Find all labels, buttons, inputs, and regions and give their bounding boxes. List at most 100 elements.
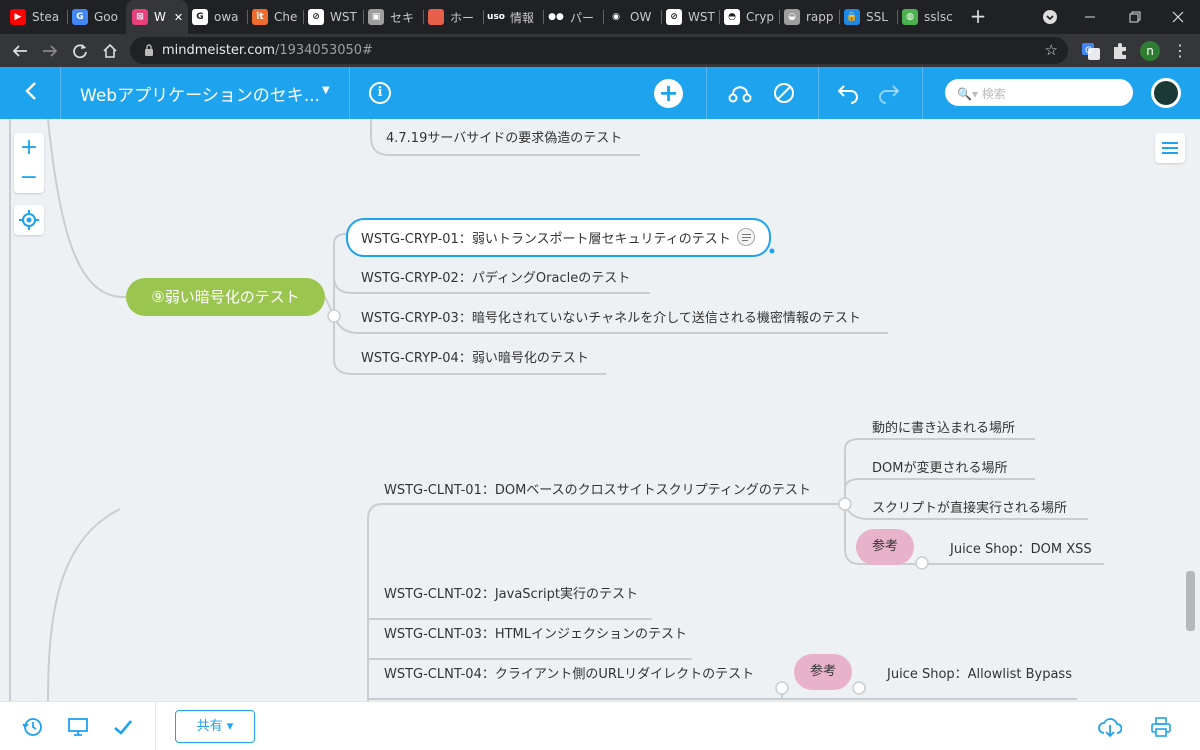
undo-icon[interactable]	[836, 81, 860, 105]
browser-tab[interactable]: ⊠ W ✕	[126, 0, 188, 34]
topic-node[interactable]: WSTG-CLNT-03：HTMLインジェクションのテスト	[384, 623, 687, 642]
restore-icon[interactable]	[1113, 0, 1157, 34]
home-icon[interactable]	[98, 39, 122, 63]
topic-node[interactable]: WSTG-CLNT-04：クライアント側のURLリダイレクトのテスト	[384, 663, 754, 682]
cloud-download-icon[interactable]	[1098, 716, 1123, 738]
browser-tab[interactable]: ◒ rapp	[778, 0, 840, 34]
browser-tab[interactable]: 🔒 SSL	[838, 0, 898, 34]
reference-node[interactable]: 参考	[856, 529, 914, 565]
extensions-puzzle-icon[interactable]	[1110, 41, 1130, 61]
translate-extension-icon[interactable]: G	[1081, 41, 1101, 61]
tab-label: WST	[330, 10, 357, 24]
topic-node[interactable]: WSTG-CLNT-01：DOMベースのクロスサイトスクリプティングのテスト	[384, 479, 811, 498]
connect-icon[interactable]	[728, 81, 752, 105]
tab-label: Goo	[94, 10, 118, 24]
reference-link-node[interactable]: Juice Shop：DOM XSS	[950, 538, 1092, 557]
bookmark-star-icon[interactable]: ☆	[1045, 41, 1058, 59]
footer-divider	[155, 702, 156, 750]
tab-label: SSL	[866, 10, 888, 24]
topic-node[interactable]: 動的に書き込まれる場所	[872, 417, 1015, 436]
browser-tab[interactable]: G Goo	[66, 0, 128, 34]
close-tab-icon[interactable]: ✕	[174, 11, 183, 24]
center-map-icon[interactable]	[14, 205, 44, 235]
tab-label: パー	[570, 10, 595, 25]
tab-favicon-icon: G	[72, 9, 88, 25]
svg-text:G: G	[1085, 46, 1092, 56]
browser-tab[interactable]: uso 情報	[482, 0, 544, 34]
reference-link-node[interactable]: Juice Shop：Allowlist Bypass	[887, 663, 1072, 682]
tab-favicon-icon: ▣	[368, 9, 384, 25]
browser-tab[interactable]: ●● パー	[542, 0, 604, 34]
browser-tab[interactable]: ⊘ WST	[660, 0, 720, 34]
browser-tab[interactable]: ▶ Stea	[4, 0, 68, 34]
back-arrow-icon[interactable]	[8, 39, 32, 63]
mindmap-canvas[interactable]: 4.7.19サーバサイドの要求偽造のテスト ⑨弱い暗号化のテスト WSTG-CR…	[0, 119, 1200, 701]
add-topic-button[interactable]: +	[654, 79, 683, 108]
print-icon[interactable]	[1150, 716, 1172, 738]
browser-tab[interactable]: ⊘ WST	[302, 0, 364, 34]
redo-icon[interactable]	[877, 81, 901, 105]
header-divider	[349, 67, 350, 119]
main-topic-node[interactable]: ⑨弱い暗号化のテスト	[126, 278, 325, 316]
zoom-out-button[interactable]: −	[14, 163, 44, 193]
tab-search-icon[interactable]	[1028, 0, 1072, 34]
tab-favicon-icon: ◒	[784, 9, 800, 25]
lock-icon	[145, 44, 153, 56]
browser-tab[interactable]: ît Che	[246, 0, 304, 34]
topic-node[interactable]: DOMが変更される場所	[872, 457, 1007, 476]
address-bar[interactable]: mindmeister.com/1934053050# ☆	[130, 37, 1068, 64]
checkmark-icon[interactable]	[112, 716, 134, 738]
browser-tab[interactable]: ◍ sslsc	[896, 0, 956, 34]
chevron-down-icon[interactable]: ▼	[322, 85, 330, 96]
user-avatar[interactable]	[1151, 78, 1181, 108]
history-icon[interactable]	[22, 716, 44, 738]
zoom-in-button[interactable]: +	[14, 133, 44, 163]
tab-label: OW	[630, 10, 652, 24]
browser-tab[interactable]: ◓ Cryp	[718, 0, 780, 34]
topic-node[interactable]: WSTG-CRYP-03：暗号化されていないチャネルを介して送信される機密情報の…	[361, 307, 861, 326]
topic-node[interactable]: WSTG-CRYP-02：パディングOracleのテスト	[361, 267, 630, 286]
tab-label: rapp	[806, 10, 834, 24]
tab-favicon-icon: ◓	[724, 9, 740, 25]
url-text: mindmeister.com/1934053050#	[162, 43, 373, 58]
tab-label: Stea	[32, 10, 60, 24]
reload-icon[interactable]	[68, 39, 92, 63]
sidebar-menu-icon[interactable]	[1155, 133, 1185, 163]
presentation-icon[interactable]	[67, 716, 89, 738]
topic-node[interactable]: WSTG-CLNT-02：JavaScript実行のテスト	[384, 583, 638, 602]
back-icon[interactable]	[20, 81, 42, 105]
vertical-scrollbar[interactable]	[1186, 571, 1195, 631]
tab-label: owa	[214, 10, 239, 24]
new-tab-button[interactable]: +	[968, 6, 988, 26]
tab-label: セキ	[390, 10, 415, 25]
close-window-icon[interactable]	[1156, 0, 1200, 34]
topic-label: WSTG-CRYP-01：弱いトランスポート層セキュリティのテスト	[361, 232, 731, 247]
map-title[interactable]: Webアプリケーションのセキ...	[80, 81, 320, 106]
tab-favicon-icon: 🔒	[844, 9, 860, 25]
connector-lines	[9, 119, 1104, 701]
tab-favicon-icon: ◉	[608, 9, 624, 25]
minimize-icon[interactable]	[1068, 0, 1112, 34]
browser-tab[interactable]: ホー	[422, 0, 484, 34]
tab-label: WST	[688, 10, 715, 24]
forward-arrow-icon[interactable]	[38, 39, 62, 63]
header-divider	[818, 67, 819, 119]
info-icon[interactable]: i	[369, 82, 391, 104]
browser-tab[interactable]: Gowa	[186, 0, 248, 34]
topic-node[interactable]: WSTG-CRYP-04：弱い暗号化のテスト	[361, 347, 589, 366]
disable-icon[interactable]	[772, 81, 796, 105]
selected-topic-node[interactable]: WSTG-CRYP-01：弱いトランスポート層セキュリティのテスト	[346, 218, 771, 257]
topic-node[interactable]: スクリプトが直接実行される場所	[872, 497, 1067, 516]
search-input[interactable]: 🔍▾ 検索	[945, 79, 1133, 106]
note-icon[interactable]	[736, 228, 755, 246]
profile-avatar[interactable]: n	[1140, 41, 1160, 61]
share-button[interactable]: 共有 ▾	[175, 710, 255, 743]
zoom-controls: + −	[14, 133, 44, 193]
tab-favicon-icon: ▶	[10, 9, 26, 25]
browser-tab[interactable]: ◉ OW	[602, 0, 662, 34]
topic-node[interactable]: 4.7.19サーバサイドの要求偽造のテスト	[386, 127, 622, 146]
reference-node[interactable]: 参考	[794, 654, 852, 690]
browser-tab[interactable]: ▣ セキ	[362, 0, 424, 34]
header-divider	[706, 67, 707, 119]
browser-menu-icon[interactable]: ⋮	[1170, 41, 1190, 61]
